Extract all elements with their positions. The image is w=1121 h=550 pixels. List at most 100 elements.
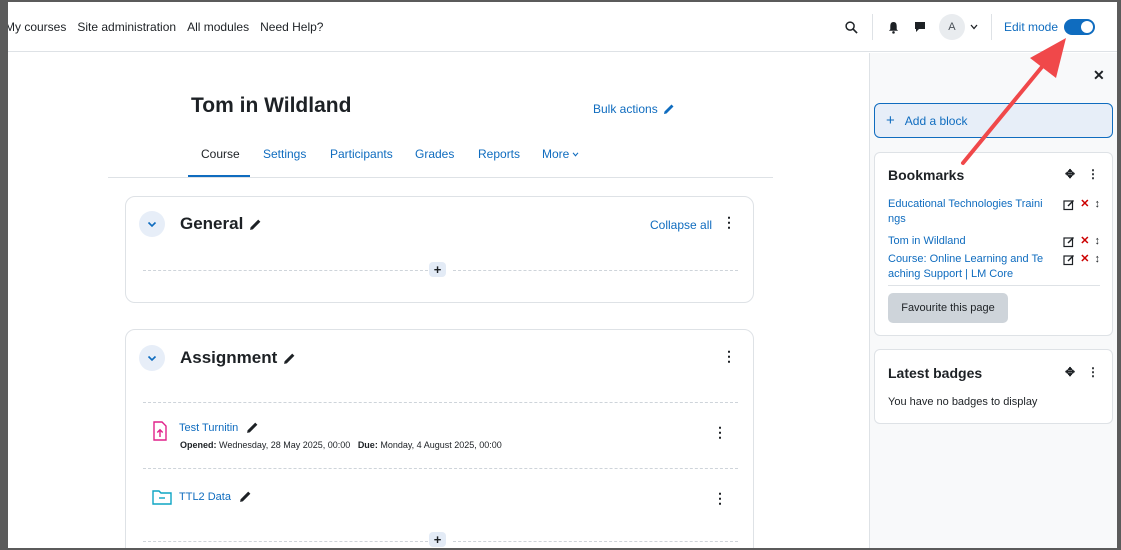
bookmark-actions: ✕ ↕ [1063, 234, 1100, 249]
nav-site-administration[interactable]: Site administration [77, 20, 176, 34]
primary-navigation: My courses Site administration All modul… [8, 20, 323, 34]
edit-icon[interactable] [1063, 254, 1075, 266]
bookmark-actions: ✕ ↕ [1063, 197, 1100, 212]
bookmark-line: Course: Online Learning and Te [888, 253, 1044, 265]
tab-more-label: More [542, 147, 570, 161]
tab-course[interactable]: Course [201, 147, 240, 161]
bookmark-link[interactable]: Tom in Wildland [888, 234, 1053, 249]
tab-participants[interactable]: Participants [330, 147, 393, 161]
activity-link[interactable]: Test Turnitin [179, 421, 259, 434]
reorder-icon[interactable]: ↕ [1095, 252, 1101, 267]
section-title-text: Assignment [180, 348, 278, 367]
delete-icon[interactable]: ✕ [1080, 252, 1089, 267]
nav-all-modules[interactable]: All modules [187, 20, 249, 34]
collapse-section-button[interactable] [139, 345, 165, 371]
divider [143, 541, 428, 542]
no-badges-text: You have no badges to display [888, 396, 1038, 408]
kebab-icon[interactable]: ⋮ [722, 348, 736, 365]
divider [888, 285, 1100, 286]
section-assignment: Assignment ⋮ Test Turnitin Opened: Wedne… [125, 329, 754, 548]
bookmark-item: Tom in Wildland ✕ ↕ [888, 234, 1100, 249]
edit-mode-toggle[interactable] [1064, 19, 1095, 35]
bookmark-item: Educational Technologies Traini ngs ✕ ↕ [888, 197, 1100, 227]
due-date: Monday, 4 August 2025, 00:00 [380, 440, 502, 450]
collapse-all-link[interactable]: Collapse all [650, 218, 712, 232]
block-title: Bookmarks [888, 167, 965, 183]
top-navbar: My courses Site administration All modul… [8, 2, 1121, 52]
add-block-label: Add a block [904, 113, 968, 128]
pencil-icon [663, 103, 675, 115]
section-title[interactable]: General [180, 214, 262, 234]
bookmarks-block: Bookmarks ✥ ⋮ Educational Technologies T… [874, 152, 1113, 336]
close-icon[interactable]: ✕ [1093, 67, 1105, 84]
pencil-icon[interactable] [246, 421, 259, 434]
search-icon[interactable] [842, 17, 862, 37]
divider [453, 270, 738, 271]
section-title-text: General [180, 214, 244, 233]
bulk-actions-button[interactable]: Bulk actions [593, 102, 675, 116]
move-icon[interactable]: ✥ [1065, 167, 1075, 181]
kebab-icon[interactable]: ⋮ [713, 424, 727, 441]
latest-badges-block: Latest badges ✥ ⋮ You have no badges to … [874, 349, 1113, 424]
pencil-icon[interactable] [283, 352, 296, 365]
chat-icon[interactable] [911, 17, 929, 37]
kebab-icon[interactable]: ⋮ [722, 214, 736, 231]
plus-icon[interactable]: + [429, 262, 446, 277]
favourite-page-button[interactable]: Favourite this page [888, 293, 1008, 323]
due-label: Due: [357, 440, 378, 450]
reorder-icon[interactable]: ↕ [1095, 234, 1101, 249]
tab-settings[interactable]: Settings [263, 147, 306, 161]
delete-icon[interactable]: ✕ [1080, 197, 1089, 212]
plus-icon: + [886, 112, 895, 129]
activity-name: TTL2 Data [179, 490, 231, 503]
window-edge [1117, 0, 1121, 550]
block-title: Latest badges [888, 365, 983, 381]
upload-file-icon [152, 421, 168, 441]
delete-icon[interactable]: ✕ [1080, 234, 1089, 249]
bell-icon[interactable] [885, 17, 903, 37]
bookmark-line: aching Support | LM Core [888, 268, 1014, 280]
opened-date: Wednesday, 28 May 2025, 00:00 [219, 440, 351, 450]
kebab-icon[interactable]: ⋮ [1087, 365, 1099, 379]
chevron-down-icon[interactable] [965, 17, 983, 37]
chevron-down-icon [572, 151, 579, 157]
navbar-divider [871, 14, 873, 40]
tab-more[interactable]: More [542, 147, 579, 161]
page-title: Tom in Wildland [191, 94, 352, 117]
add-block-button[interactable]: + Add a block [874, 103, 1113, 138]
bookmark-item: Course: Online Learning and Te aching Sup… [888, 252, 1100, 282]
pencil-icon[interactable] [239, 490, 252, 503]
course-tabs: Course Settings Participants Grades Repo… [108, 138, 773, 178]
plus-icon[interactable]: + [429, 532, 446, 547]
bookmark-link[interactable]: Course: Online Learning and Te aching Sup… [888, 252, 1053, 282]
active-tab-indicator [188, 175, 250, 177]
kebab-icon[interactable]: ⋮ [713, 490, 727, 507]
divider [453, 541, 738, 542]
nav-my-courses[interactable]: My courses [8, 20, 66, 34]
edit-mode-label[interactable]: Edit mode [1004, 20, 1058, 34]
folder-icon [152, 489, 172, 505]
activity-link[interactable]: TTL2 Data [179, 490, 252, 503]
bulk-actions-label: Bulk actions [593, 102, 658, 116]
navbar-divider [990, 14, 992, 40]
bookmark-link[interactable]: Educational Technologies Traini ngs [888, 197, 1053, 227]
tab-reports[interactable]: Reports [478, 147, 520, 161]
course-main: Tom in Wildland Bulk actions Course Sett… [8, 53, 869, 548]
tab-grades[interactable]: Grades [415, 147, 454, 161]
divider [143, 270, 428, 271]
block-controls: ✥ ⋮ [1065, 167, 1099, 181]
chevron-down-icon [147, 355, 157, 361]
bookmark-line: Educational Technologies Traini [888, 198, 1043, 210]
collapse-section-button[interactable] [139, 211, 165, 237]
reorder-icon[interactable]: ↕ [1095, 197, 1101, 212]
edit-icon[interactable] [1063, 236, 1075, 248]
edit-icon[interactable] [1063, 199, 1075, 211]
kebab-icon[interactable]: ⋮ [1087, 167, 1099, 181]
nav-need-help[interactable]: Need Help? [260, 20, 323, 34]
move-icon[interactable]: ✥ [1065, 365, 1075, 379]
section-title[interactable]: Assignment [180, 348, 296, 368]
pencil-icon[interactable] [249, 218, 262, 231]
bookmark-line: ngs [888, 213, 906, 225]
avatar[interactable]: A [938, 14, 965, 40]
activity-name: Test Turnitin [179, 421, 239, 434]
